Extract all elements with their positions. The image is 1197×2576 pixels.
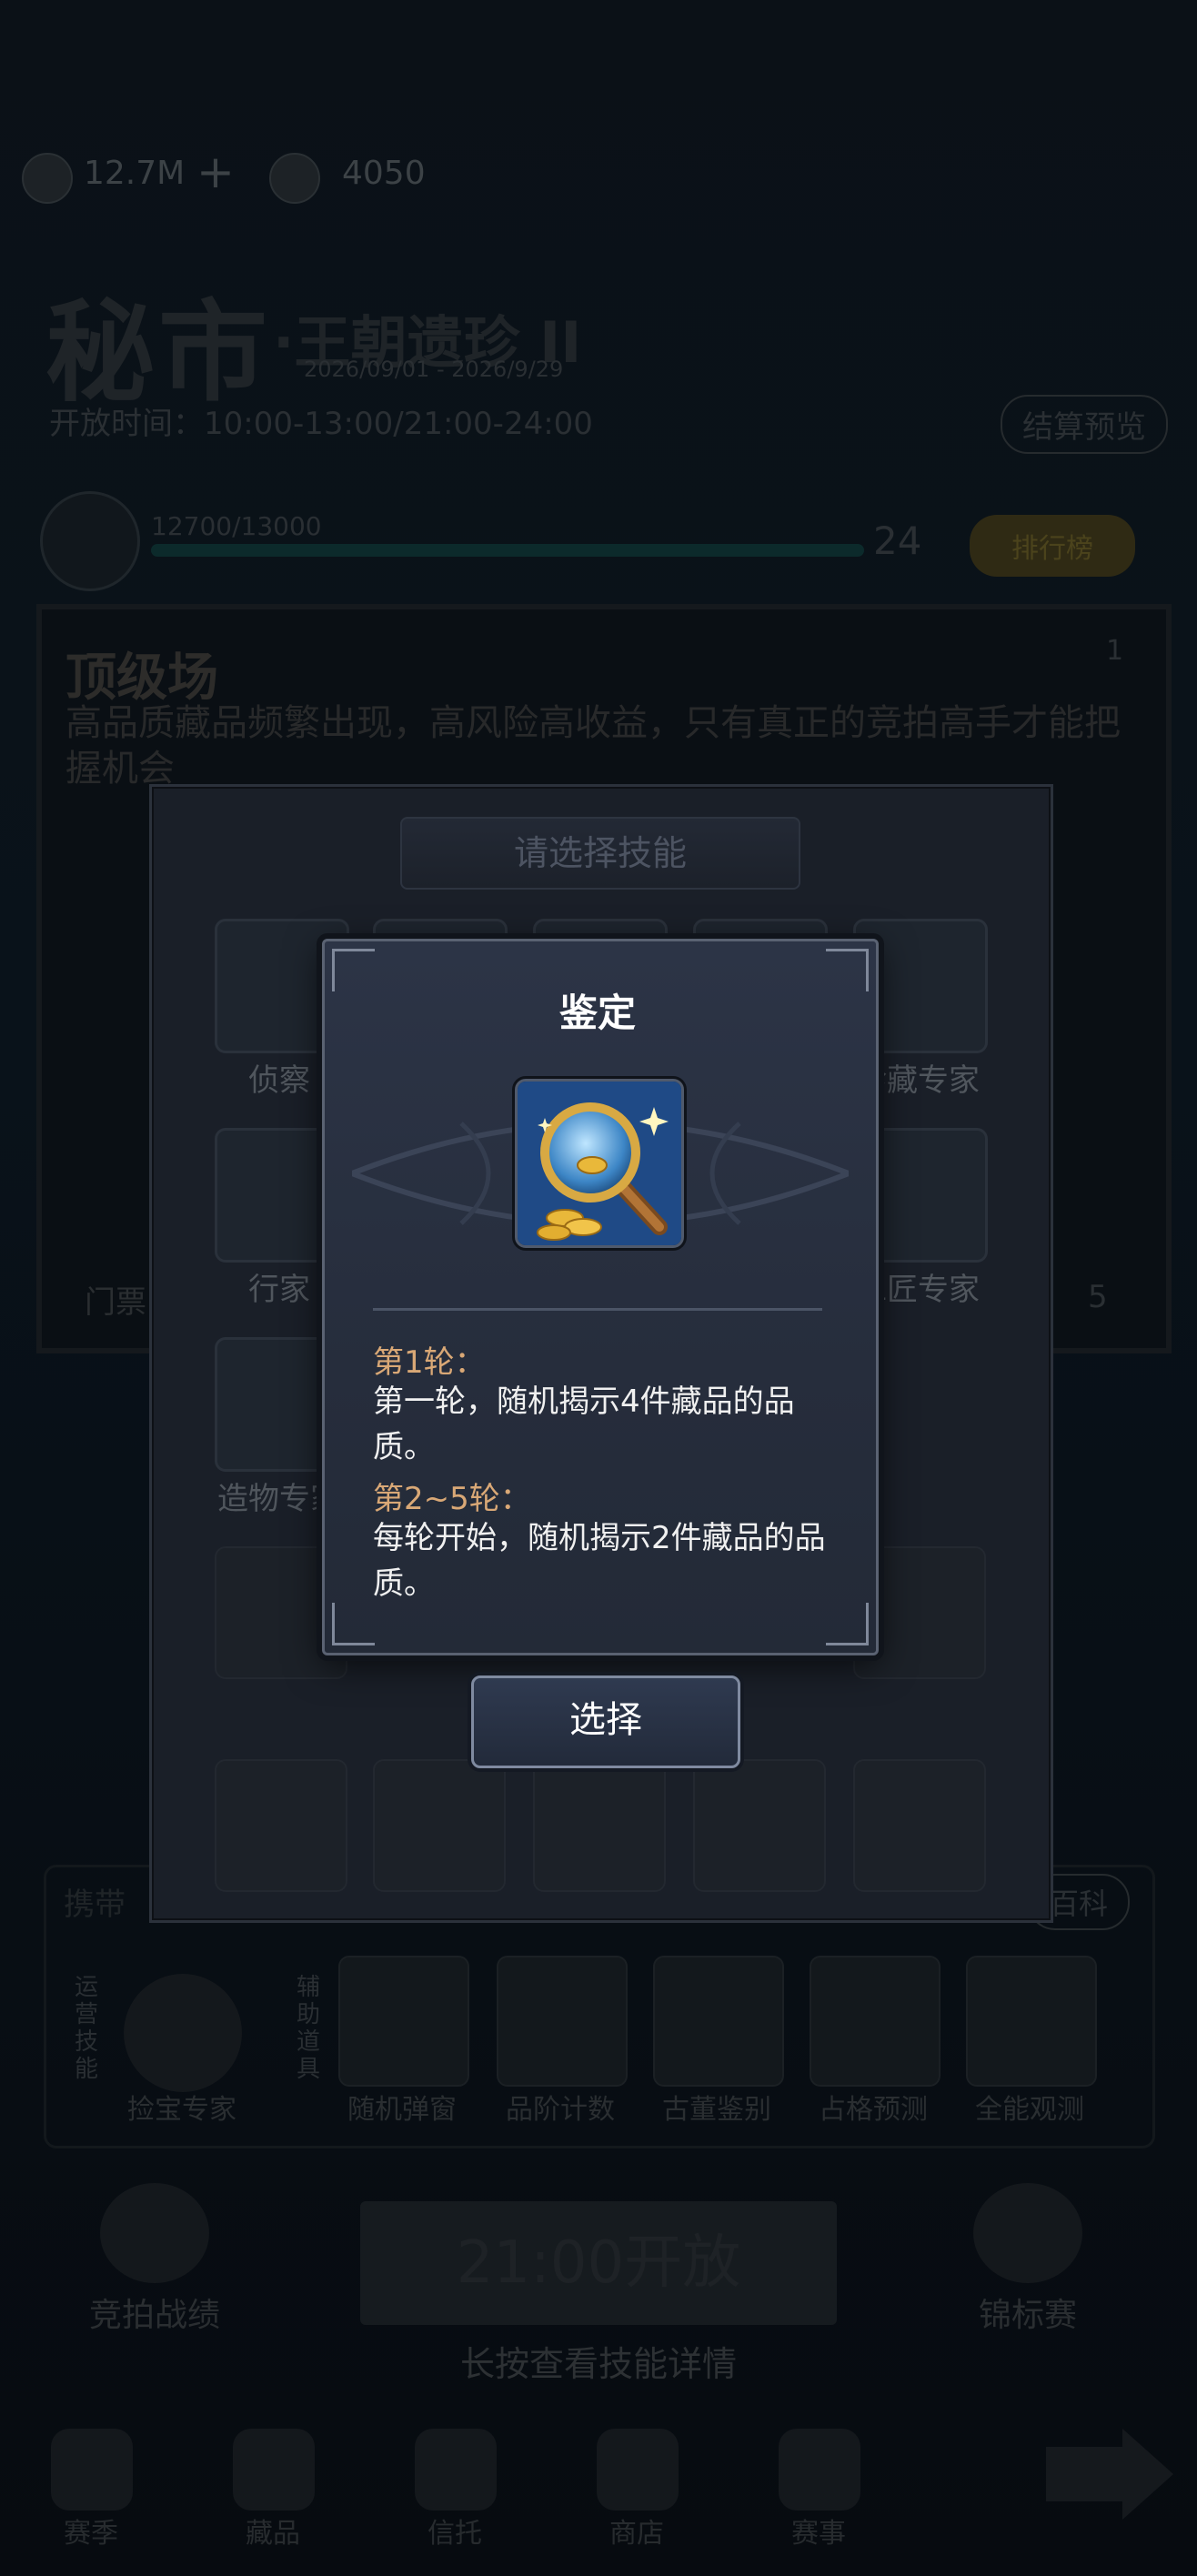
coin-amount: 12.7M <box>84 155 186 192</box>
long-press-hint: 长按查看技能详情 <box>459 2344 737 2384</box>
open-time-button[interactable]: 21:00开放 <box>360 2201 837 2325</box>
round-1-label: 第1轮： <box>373 1344 486 1381</box>
nav-label-trust: 信托 <box>428 2518 482 2550</box>
select-skill-button[interactable]: 选择 <box>471 1675 740 1768</box>
championship-label: 锦标赛 <box>978 2297 1077 2334</box>
venue-name: 顶级场 <box>65 649 218 708</box>
round-1-description: 第一轮，随机揭示4件藏品的品质。 <box>373 1384 795 1465</box>
bottom-skill-slot[interactable] <box>966 1956 1097 2087</box>
nav-label-season: 赛季 <box>64 2518 118 2550</box>
appraisal-skill-frame <box>515 1079 684 1248</box>
bottom-skill-label: 品阶计数 <box>506 2094 615 2126</box>
ticket-label: 门票 <box>85 1284 146 1321</box>
bottom-skill-label: 占格预测 <box>819 2094 928 2126</box>
bottom-skill-label: 捡宝专家 <box>127 2094 236 2126</box>
bottom-skill-label: 全能观测 <box>975 2094 1084 2126</box>
collection-nav-icon[interactable] <box>233 2429 315 2511</box>
trophy-icon[interactable] <box>973 2183 1082 2283</box>
nav-label-collection: 藏品 <box>246 2518 300 2550</box>
corner-ornament-icon <box>826 1603 869 1645</box>
season-nav-icon[interactable] <box>51 2429 133 2511</box>
popup-title: 鉴定 <box>558 991 636 1035</box>
popup-divider <box>373 1308 822 1311</box>
venue-description: 高品质藏品频繁出现，高风险高收益，只有真正的竞拍高手才能把握机会 <box>65 702 1121 790</box>
progress-text: 12700/13000 <box>151 511 322 541</box>
shop-nav-icon[interactable] <box>597 2429 679 2511</box>
operation-skill-label: 运营技能 <box>75 1974 99 2083</box>
leaderboard-button[interactable]: 排行榜 <box>970 515 1135 577</box>
round-2-5-description: 每轮开始，随机揭示2件藏品的品质。 <box>373 1520 826 1602</box>
bottom-skill-label: 古董鉴别 <box>662 2094 771 2126</box>
level-number: 24 <box>873 518 922 563</box>
treasure-expert-icon[interactable] <box>124 1974 242 2092</box>
empty-skill-slot <box>533 1759 666 1892</box>
venue-corner-number: 1 <box>1106 635 1124 667</box>
carry-label: 携带 <box>64 1887 126 1923</box>
empty-skill-slot <box>693 1759 826 1892</box>
progress-bar <box>151 544 864 557</box>
empty-skill-slot <box>215 1759 347 1892</box>
nav-label-shop: 商店 <box>609 2518 664 2550</box>
bottom-skill-slot[interactable] <box>653 1956 784 2087</box>
auction-record-icon[interactable] <box>100 2183 209 2283</box>
event-nav-icon[interactable] <box>779 2429 860 2511</box>
empty-skill-slot <box>853 1759 986 1892</box>
aux-item-label: 辅助道具 <box>297 1974 321 2083</box>
magnifier-coins-icon <box>518 1082 681 1245</box>
bottom-skill-slot[interactable] <box>810 1956 940 2087</box>
settlement-preview-button[interactable]: 结算预览 <box>1001 395 1168 454</box>
skill-select-header: 请选择技能 <box>400 817 800 890</box>
empty-skill-slot <box>373 1759 506 1892</box>
auction-record-label: 竞拍战绩 <box>88 2297 220 2334</box>
trust-nav-icon[interactable] <box>415 2429 497 2511</box>
bottom-skill-slot[interactable] <box>338 1956 469 2087</box>
season-dates: 2026/09/01 - 2026/9/29 <box>304 357 564 382</box>
bottom-skill-label: 随机弹窗 <box>347 2094 457 2126</box>
bottom-skill-slot[interactable] <box>497 1956 628 2087</box>
add-coins-icon[interactable]: + <box>196 146 235 198</box>
gem-icon <box>269 153 320 204</box>
coin-icon <box>22 153 73 204</box>
gem-amount: 4050 <box>342 155 426 192</box>
venue-side-number: 5 <box>1088 1279 1108 1315</box>
round-2-5-label: 第2~5轮： <box>373 1481 531 1517</box>
corner-ornament-icon <box>332 1603 375 1645</box>
open-time: 开放时间：10:00-13:00/21:00-24:00 <box>49 406 593 442</box>
rank-emblem-icon <box>40 491 140 591</box>
nav-label-event: 赛事 <box>791 2518 846 2550</box>
